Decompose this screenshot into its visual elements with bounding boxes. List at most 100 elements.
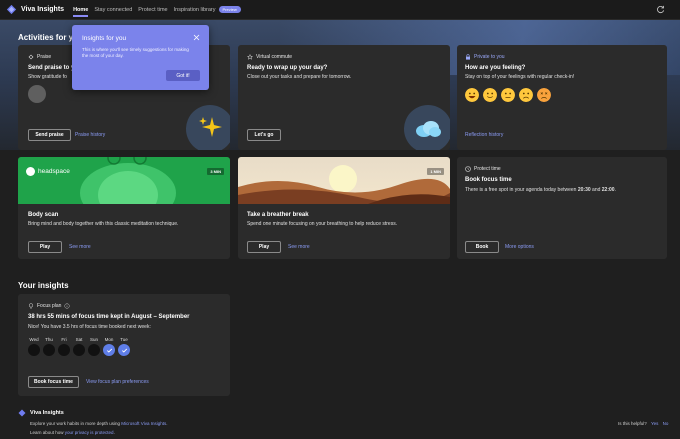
weekday-label: Wed: [29, 337, 39, 342]
cloud-icon: [416, 121, 441, 137]
breather-text: Spend one minute focusing on your breath…: [247, 221, 398, 227]
tab-protect-time[interactable]: Protect time: [138, 0, 167, 20]
book-focus-heading: Book focus time: [465, 177, 512, 183]
helpful-no-link[interactable]: No: [663, 421, 669, 426]
focus-empty-indicator: [73, 344, 85, 356]
commute-label: Virtual commute: [247, 54, 292, 60]
reflection-history-link[interactable]: Reflection history: [465, 132, 503, 138]
more-options-link[interactable]: More options: [505, 244, 534, 250]
book-focus-time-button[interactable]: Book focus time: [28, 376, 79, 388]
checkmark-icon: [121, 348, 127, 353]
checkmark-icon: [106, 348, 112, 353]
weekday-fri: Fri: [58, 337, 70, 356]
viva-insights-logo-icon: [6, 4, 17, 15]
tab-home[interactable]: Home: [73, 0, 89, 20]
praise-heading: Send praise to y: [28, 65, 75, 71]
duration-badge: 3 MIN: [207, 168, 224, 175]
body-scan-heading: Body scan: [28, 212, 59, 218]
helpful-yes-link[interactable]: Yes: [651, 421, 658, 426]
weekday-label: Tue: [120, 337, 128, 342]
lock-icon: [466, 54, 470, 60]
popup-text: This is where you'll see timely suggesti…: [82, 47, 189, 58]
weekday-mon: Mon: [103, 337, 115, 356]
desert-illustration: [238, 157, 450, 204]
lightbulb-icon: [28, 303, 34, 309]
lets-go-button[interactable]: Let's go: [247, 129, 281, 141]
footer-title: Viva Insights: [30, 410, 64, 416]
preview-badge: Preview: [218, 6, 241, 13]
feelings-card: Private to you How are you feeling? Stay…: [457, 45, 667, 150]
weekday-label: Sat: [75, 337, 83, 342]
focus-empty-indicator: [28, 344, 40, 356]
focus-booked-indicator: [118, 344, 130, 356]
sparkles-icon: [199, 117, 222, 137]
close-icon[interactable]: [193, 34, 200, 41]
sad-emoji-icon[interactable]: [519, 88, 533, 102]
happy-emoji-icon[interactable]: [465, 88, 479, 102]
popup-title: Insights for you: [82, 35, 127, 42]
duration-badge: 1 MIN: [427, 168, 444, 175]
top-bar: Viva Insights Home Stay connected Protec…: [0, 0, 680, 20]
insights-title: Your insights: [18, 281, 69, 290]
privacy-link[interactable]: your privacy is protected: [65, 430, 114, 435]
weekday-label: Mon: [104, 337, 114, 342]
focus-booked-indicator: [103, 344, 115, 356]
tab-inspiration-library[interactable]: Inspiration library: [174, 0, 216, 20]
headspace-banner: headspace 3 MIN: [18, 157, 230, 204]
breather-card: 1 MIN Take a breather break Spend one mi…: [238, 157, 450, 259]
got-it-button[interactable]: Got it!: [166, 70, 200, 81]
focus-plan-text: Nice! You have 3.5 hrs of focus time boo…: [28, 324, 151, 330]
body-scan-text: Bring mind and body together with this c…: [28, 221, 179, 227]
virtual-commute-card: Virtual commute Ready to wrap up your da…: [238, 45, 450, 150]
book-button[interactable]: Book: [465, 241, 499, 253]
smile-emoji-icon[interactable]: [483, 88, 497, 102]
feelings-heading: How are you feeling?: [465, 65, 526, 71]
add-person-avatar[interactable]: [28, 85, 46, 103]
see-more-link[interactable]: See more: [288, 244, 310, 250]
body-scan-card: headspace 3 MIN Body scan Bring mind and…: [18, 157, 230, 259]
viva-insights-footer-logo-icon: [18, 409, 26, 417]
weekday-tue: Tue: [118, 337, 130, 356]
focus-empty-indicator: [43, 344, 55, 356]
breather-heading: Take a breather break: [247, 212, 309, 218]
upset-emoji-icon[interactable]: [537, 88, 551, 102]
praise-history-link[interactable]: Praise history: [75, 132, 105, 138]
refresh-icon[interactable]: [656, 5, 665, 14]
desert-image: 1 MIN: [238, 157, 450, 204]
praise-icon: [28, 54, 34, 60]
weekday-label: Thu: [45, 337, 53, 342]
weekday-label: Fri: [61, 337, 67, 342]
info-icon[interactable]: [64, 303, 71, 309]
weekday-sun: Sun: [88, 337, 100, 356]
footer-line-2: Learn about how your privacy is protecte…: [30, 430, 115, 435]
see-more-link[interactable]: See more: [69, 244, 91, 250]
weekday-sat: Sat: [73, 337, 85, 356]
neutral-emoji-icon[interactable]: [501, 88, 515, 102]
view-focus-plan-preferences-link[interactable]: View focus plan preferences: [86, 379, 149, 385]
private-label: Private to you: [465, 54, 505, 60]
weekday-label: Sun: [89, 337, 98, 342]
feelings-text: Stay on top of your feelings with regula…: [465, 74, 575, 80]
focus-empty-indicator: [88, 344, 100, 356]
focus-plan-heading: 38 hrs 55 mins of focus time kept in Aug…: [28, 314, 190, 320]
star-icon: [247, 54, 253, 60]
protect-time-text: There is a free spot in your agenda toda…: [465, 187, 616, 193]
play-button[interactable]: Play: [247, 241, 281, 253]
protect-time-label: Protect time: [465, 166, 501, 172]
microsoft-viva-insights-link[interactable]: Microsoft Viva Insights: [121, 421, 166, 426]
headspace-logo: headspace: [26, 167, 70, 176]
play-button[interactable]: Play: [28, 241, 62, 253]
commute-heading: Ready to wrap up your day?: [247, 65, 328, 71]
praise-text: Show gratitude fo: [28, 74, 67, 80]
helpful-prompt: Is this helpful? Yes No: [618, 421, 669, 426]
insights-popup: Insights for you This is where you'll se…: [72, 25, 209, 90]
tab-stay-connected[interactable]: Stay connected: [94, 0, 132, 20]
weekday-thu: Thu: [43, 337, 55, 356]
clock-icon: [465, 166, 471, 172]
focus-empty-indicator: [58, 344, 70, 356]
praise-label: Praise: [28, 54, 51, 60]
app-title: Viva Insights: [21, 6, 65, 13]
protect-time-card: Protect time Book focus time There is a …: [457, 157, 667, 259]
weekday-wed: Wed: [28, 337, 40, 356]
send-praise-button[interactable]: Send praise: [28, 129, 71, 141]
